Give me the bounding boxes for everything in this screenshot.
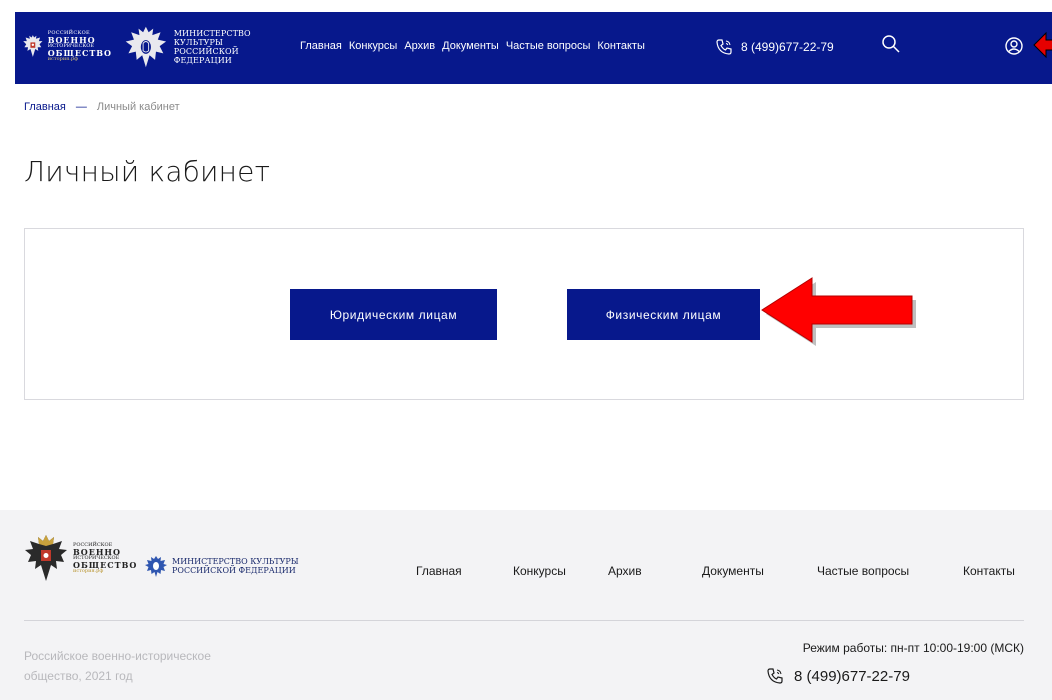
- main-nav: Главная Конкурсы Архив Документы Частые …: [300, 40, 645, 52]
- footer-divider: [24, 620, 1024, 621]
- ministry-logo-text: МИНИСТЕРСТВО КУЛЬТУРЫ РОССИЙСКОЙ ФЕДЕРАЦ…: [174, 29, 292, 66]
- footer-copyright-line: Российское военно-историческое: [24, 649, 211, 663]
- page: РОССИЙСКОЕ ВОЕННО ИСТОРИЧЕСКОЕ ОБЩЕСТВО …: [0, 0, 1052, 700]
- nav-item-contacts[interactable]: Контакты: [597, 40, 645, 52]
- footer-nav-item-contests[interactable]: Конкурсы: [513, 564, 566, 578]
- phone-icon: [767, 668, 783, 684]
- search-icon[interactable]: [881, 34, 901, 54]
- red-arrow-annotation-icon: [1033, 31, 1052, 59]
- footer-working-hours: Режим работы: пн-пт 10:00-19:00 (МСК): [802, 641, 1024, 655]
- red-arrow-annotation-icon: [761, 277, 916, 346]
- header-phone-number: 8 (499)677-22-79: [741, 40, 834, 54]
- footer-nav-item-home[interactable]: Главная: [416, 564, 462, 578]
- breadcrumb-current: Личный кабинет: [96, 101, 180, 113]
- breadcrumb-home-link[interactable]: Главная: [24, 101, 66, 113]
- nav-item-archive[interactable]: Архив: [404, 40, 435, 52]
- nav-item-contests[interactable]: Конкурсы: [349, 40, 397, 52]
- legal-entities-button[interactable]: Юридическим лицам: [290, 289, 497, 340]
- nav-item-documents[interactable]: Документы: [442, 40, 499, 52]
- header-bar: РОССИЙСКОЕ ВОЕННО ИСТОРИЧЕСКОЕ ОБЩЕСТВО …: [15, 12, 1052, 84]
- ministry-logo[interactable]: МИНИСТЕРСТВО КУЛЬТУРЫ РОССИЙСКОЙ ФЕДЕРАЦ…: [122, 20, 292, 74]
- header-phone-link[interactable]: 8 (499)677-22-79: [715, 38, 834, 56]
- footer-phone-number: 8 (499)677-22-79: [794, 667, 910, 685]
- footer-copyright-line: общество, 2021 год: [24, 668, 133, 683]
- breadcrumb-separator: —: [75, 101, 87, 113]
- rvio-logo-text: РОССИЙСКОЕ ВОЕННО ИСТОРИЧЕСКОЕ ОБЩЕСТВО …: [48, 30, 112, 62]
- footer-nav-item-faq[interactable]: Частые вопросы: [817, 564, 909, 578]
- footer-copyright: Российское военно-историческое общество,…: [24, 647, 264, 687]
- footer: РОССИЙСКОЕ ВОЕННО ИСТОРИЧЕСКОЕ ОБЩЕСТВО …: [0, 510, 1052, 700]
- phone-icon: [716, 39, 732, 55]
- user-icon[interactable]: [1005, 37, 1023, 55]
- footer-nav-item-contacts[interactable]: Контакты: [963, 564, 1015, 578]
- ministry-logo-line: РОССИЙСКОЙ ФЕДЕРАЦИИ: [173, 47, 239, 66]
- breadcrumb: Главная — Личный кабинет: [24, 101, 180, 113]
- ministry-emblem-icon: [125, 26, 167, 68]
- rvio-logo[interactable]: РОССИЙСКОЕ ВОЕННО ИСТОРИЧЕСКОЕ ОБЩЕСТВО …: [22, 22, 112, 70]
- ministry-logo-line: МИНИСТЕРСТВО КУЛЬТУРЫ: [173, 28, 251, 47]
- individuals-button[interactable]: Физическим лицам: [567, 289, 760, 340]
- nav-item-faq[interactable]: Частые вопросы: [506, 40, 591, 52]
- double-headed-eagle-icon: [23, 35, 43, 57]
- header: РОССИЙСКОЕ ВОЕННО ИСТОРИЧЕСКОЕ ОБЩЕСТВО …: [0, 0, 1052, 84]
- page-title: Личный кабинет: [24, 155, 271, 188]
- footer-nav-item-archive[interactable]: Архив: [608, 564, 642, 578]
- footer-phone-link[interactable]: 8 (499)677-22-79: [766, 667, 910, 685]
- footer-nav: Главная Конкурсы Архив Документы Частые …: [0, 564, 1052, 580]
- nav-item-home[interactable]: Главная: [300, 40, 342, 52]
- footer-nav-item-documents[interactable]: Документы: [702, 564, 764, 578]
